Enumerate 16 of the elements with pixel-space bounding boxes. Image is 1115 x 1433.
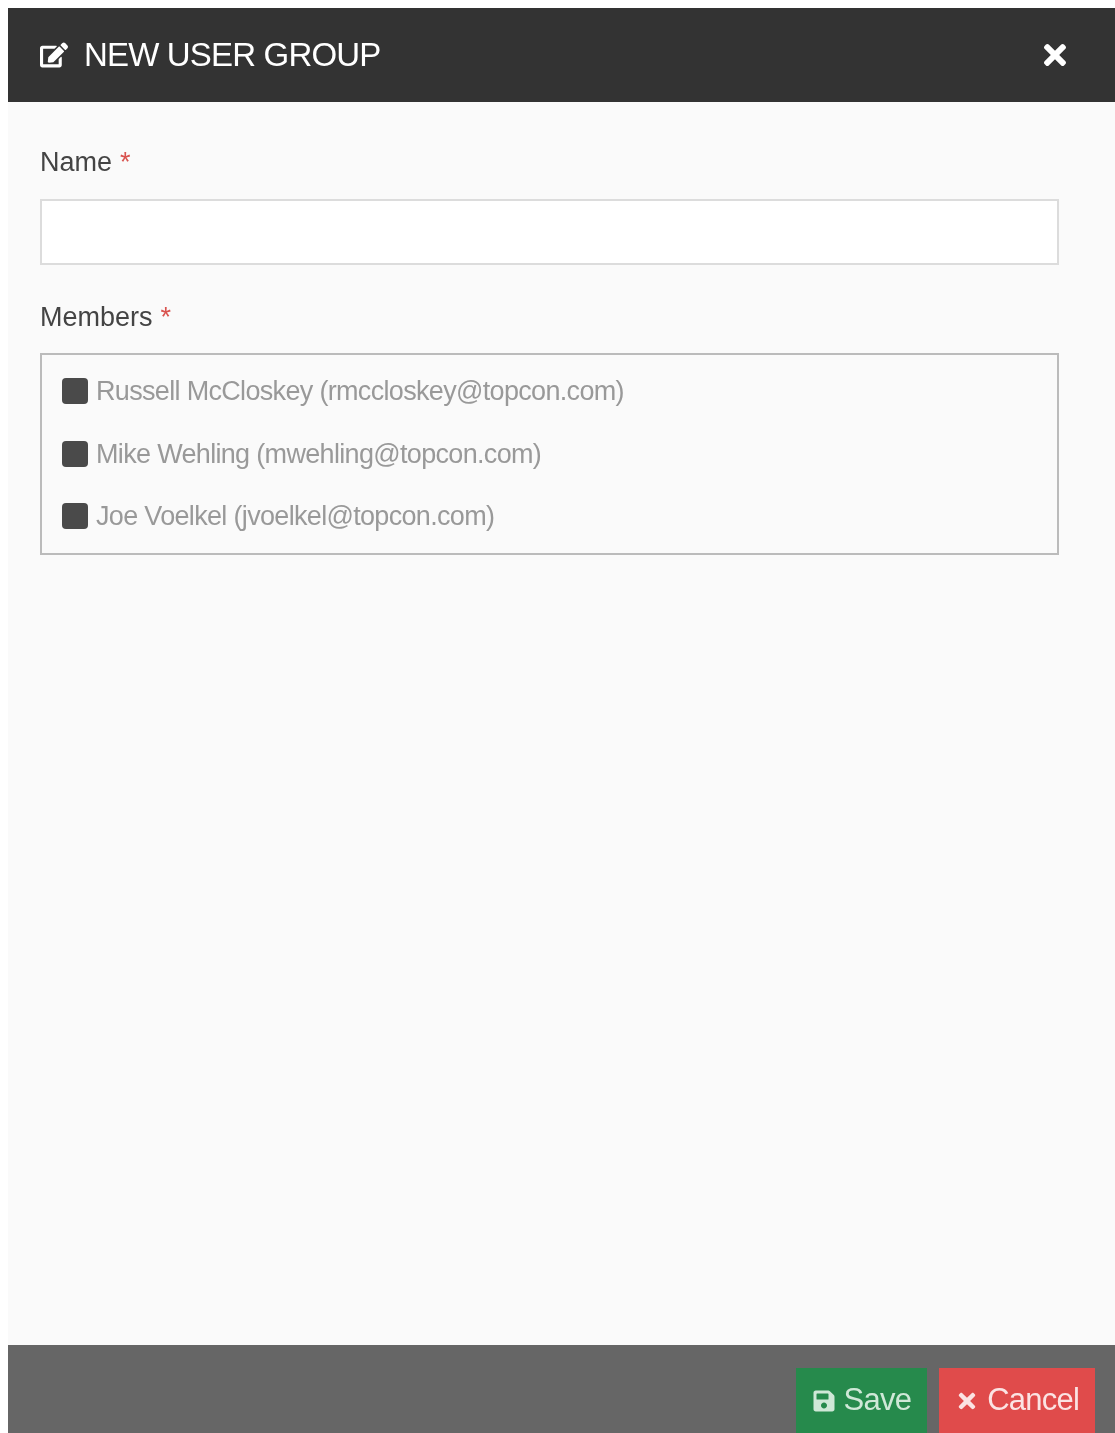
field-label: Name — [40, 146, 113, 179]
field-label: Members — [40, 300, 153, 334]
cancel-button[interactable]: Cancel — [939, 1368, 1095, 1433]
dialog-title: NEW USER GROUP — [84, 35, 382, 76]
member-label: Mike Wehling (mwehling@topcon.com) — [96, 437, 542, 471]
name-input[interactable] — [40, 198, 1059, 265]
member-label: Joe Voelkel (jvoelkel@topcon.com) — [96, 500, 495, 533]
checkbox[interactable] — [62, 378, 88, 405]
save-icon — [811, 1388, 836, 1413]
checkbox[interactable] — [62, 503, 88, 530]
member-label: Russell McCloskey (rmccloskey@topcon.com) — [96, 375, 624, 408]
checkbox[interactable] — [62, 440, 88, 467]
save-button[interactable]: Save — [795, 1368, 928, 1433]
edit-icon — [40, 41, 68, 69]
required-mark: * — [120, 146, 131, 179]
required-mark: * — [160, 300, 172, 334]
